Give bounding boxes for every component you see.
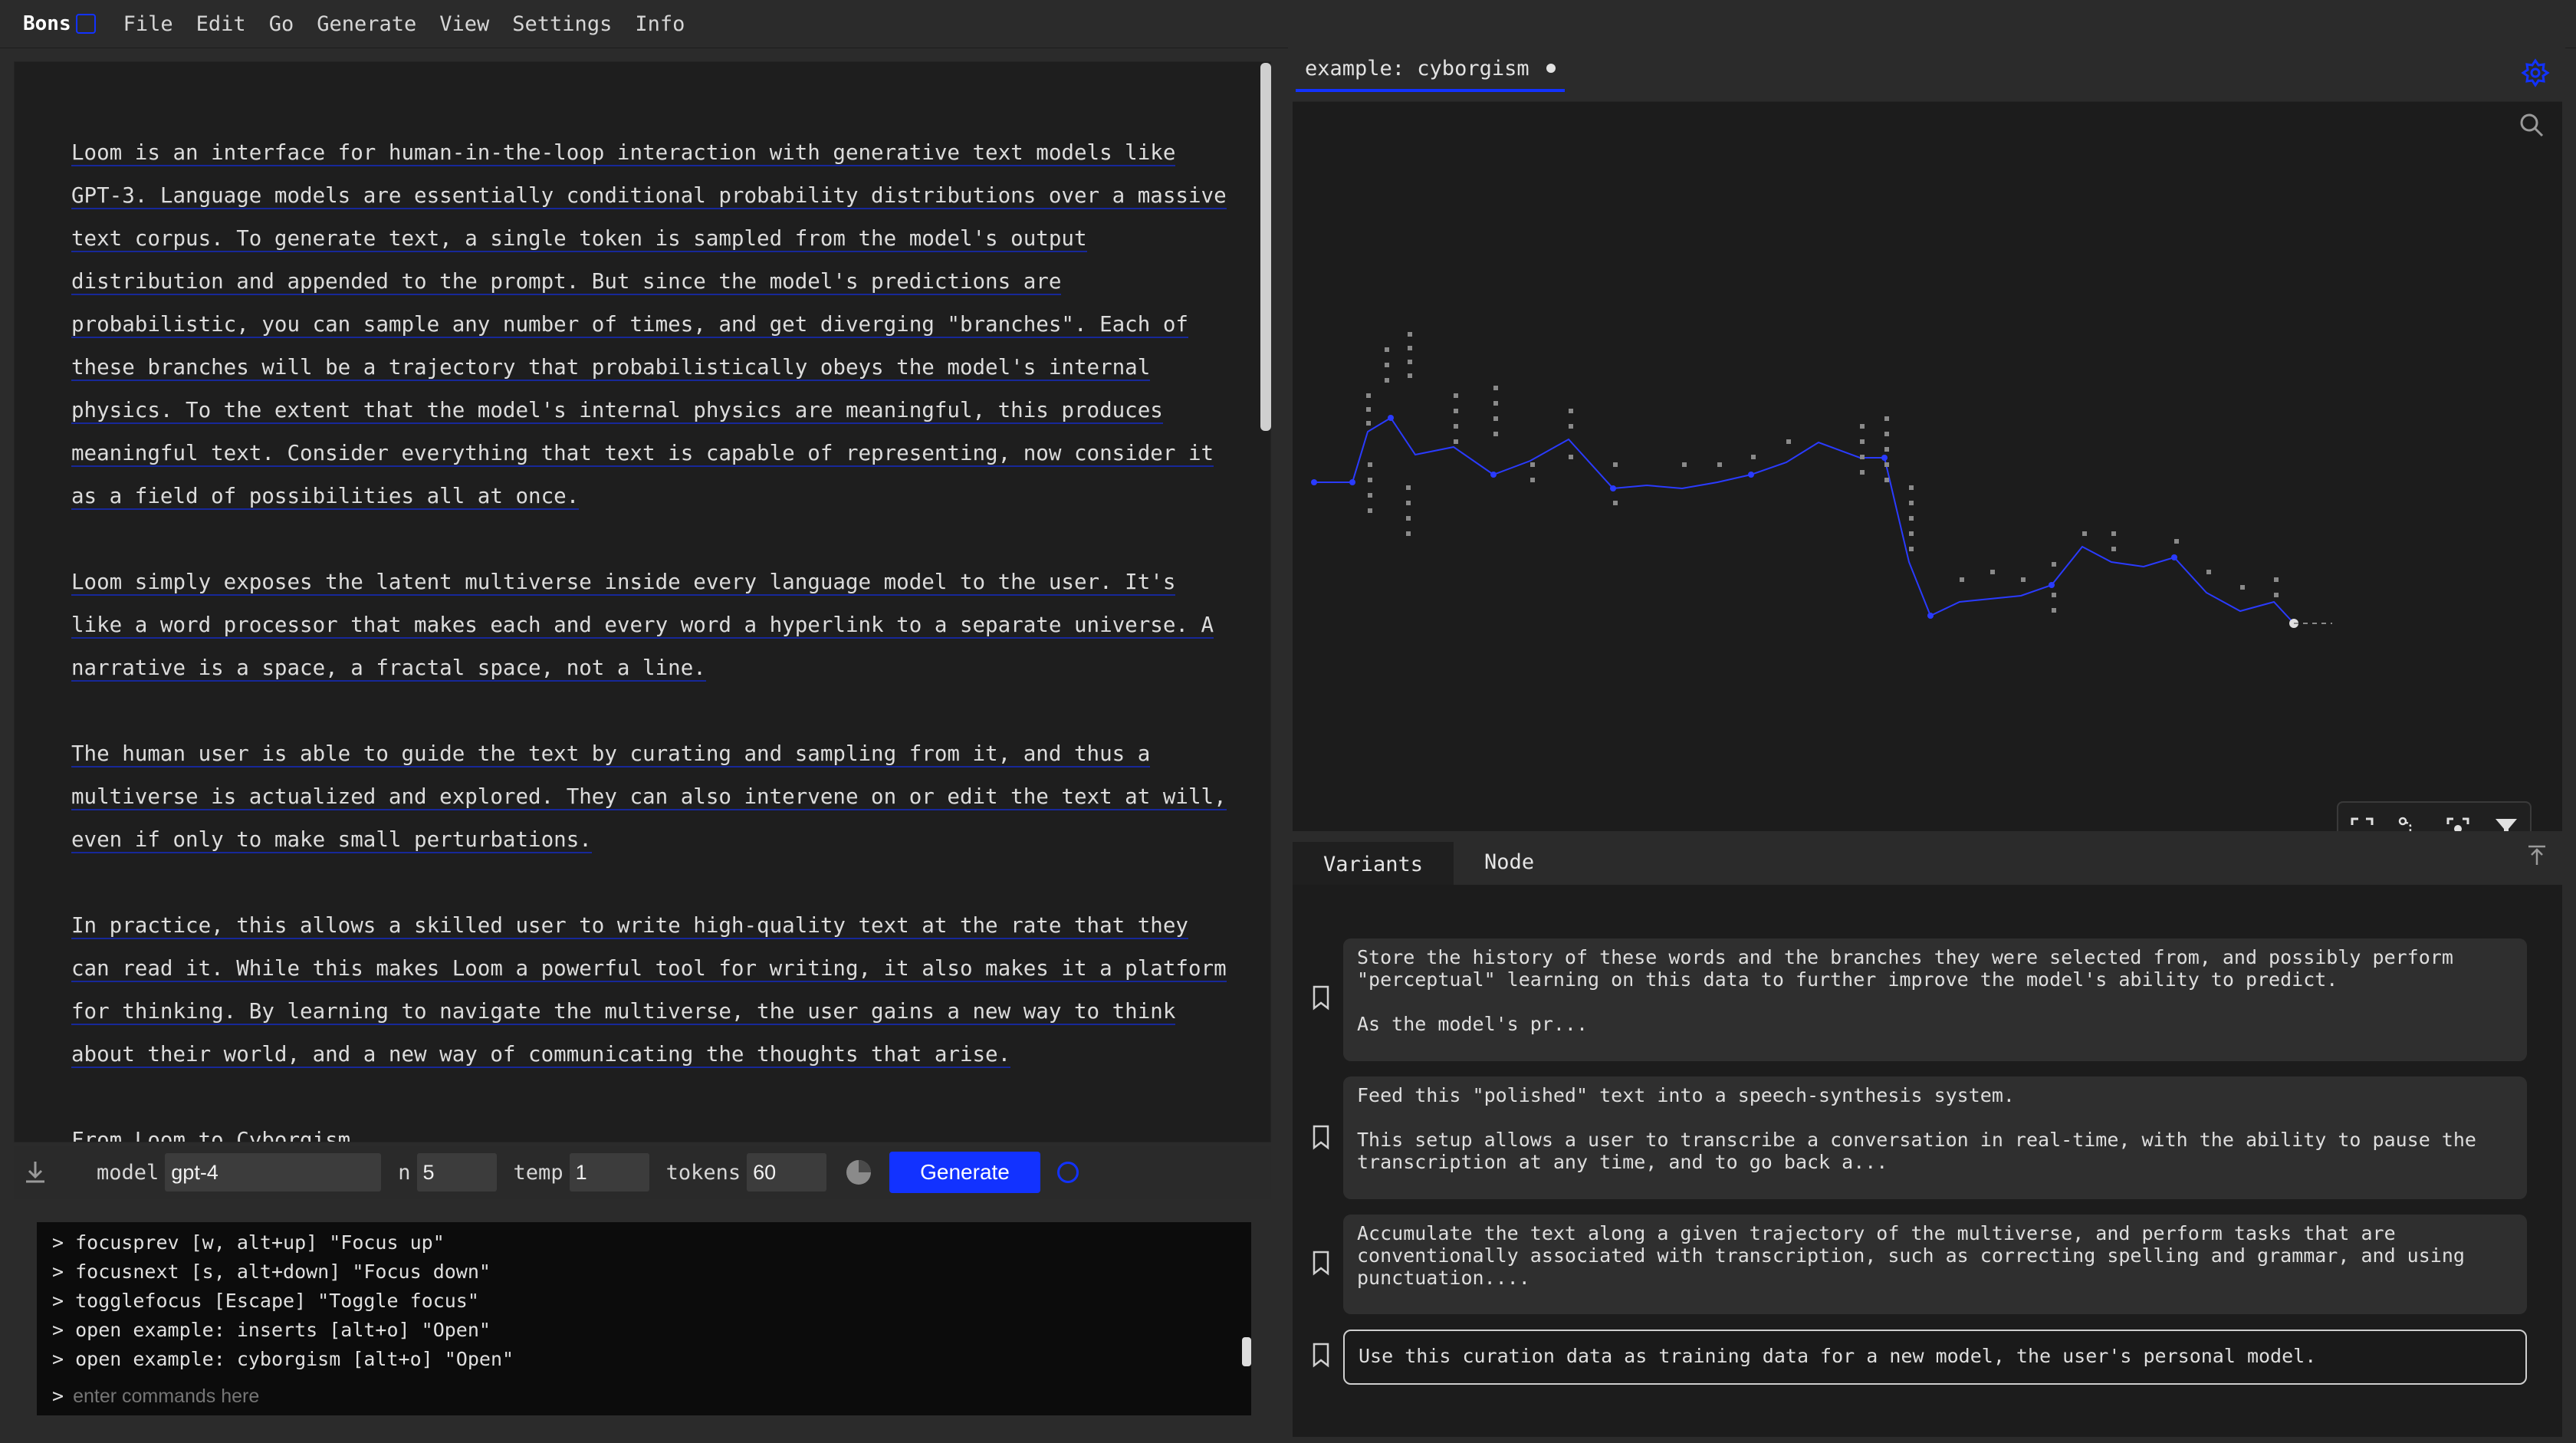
main-branch-path — [1314, 416, 2295, 624]
settings-gear-icon[interactable] — [2521, 58, 2550, 87]
tokens-input[interactable] — [747, 1153, 827, 1192]
menu-edit[interactable]: Edit — [196, 12, 246, 36]
console-line: > togglefocus [Escape] "Toggle focus" — [52, 1290, 479, 1312]
variant-card[interactable]: Feed this "polished" text into a speech-… — [1343, 1076, 2527, 1199]
tree-graph-view[interactable] — [1293, 101, 2562, 869]
document-tab[interactable]: example: cyborgism — [1296, 48, 1565, 92]
temp-input[interactable] — [569, 1153, 649, 1192]
console-prompt-row: > — [52, 1382, 995, 1411]
menu-go[interactable]: Go — [269, 12, 294, 36]
selected-path-nodes — [1311, 415, 2177, 619]
editor-paragraph-3[interactable]: The human user is able to guide the text… — [71, 732, 1237, 861]
menu-generate[interactable]: Generate — [317, 12, 416, 36]
right-pane: example: cyborgism Variants Node Store t… — [1288, 48, 2565, 1437]
branch-tree-diagram[interactable] — [1293, 102, 2562, 792]
editor-content[interactable]: Loom is an interface for human-in-the-lo… — [71, 131, 1237, 1142]
command-input[interactable] — [71, 1384, 995, 1408]
unsaved-dot-icon — [1546, 64, 1556, 73]
menu-settings[interactable]: Settings — [512, 12, 612, 36]
console-prompt: > — [52, 1385, 64, 1407]
palette-icon[interactable] — [843, 1157, 874, 1188]
text-editor[interactable]: Loom is an interface for human-in-the-lo… — [14, 61, 1271, 1142]
document-tab-title: example: cyborgism — [1305, 56, 1530, 81]
menu-info[interactable]: Info — [635, 12, 685, 36]
n-input[interactable] — [416, 1153, 497, 1192]
menu-bar: Bons File Edit Go Generate View Settings… — [0, 0, 2576, 48]
bookmark-icon[interactable] — [1311, 1124, 1331, 1150]
n-label: n — [398, 1160, 411, 1185]
command-console: > focusprev [w, alt+up] "Focus up" > foc… — [37, 1222, 1251, 1415]
generate-button[interactable]: Generate — [889, 1152, 1040, 1193]
tab-variants[interactable]: Variants — [1293, 842, 1454, 885]
variant-card[interactable]: Accumulate the text along a given trajec… — [1343, 1215, 2527, 1314]
editor-paragraph-1[interactable]: Loom is an interface for human-in-the-lo… — [71, 131, 1237, 518]
variants-list: Store the history of these words and the… — [1293, 885, 2562, 1437]
tokens-label: tokens — [665, 1160, 741, 1185]
editor-paragraph-4[interactable]: In practice, this allows a skilled user … — [71, 904, 1237, 1076]
branch-nodes-cluster-1 — [1366, 332, 2279, 613]
model-input[interactable] — [165, 1153, 382, 1192]
console-line: > focusprev [w, alt+up] "Focus up" — [52, 1231, 445, 1254]
model-label: model — [97, 1160, 159, 1185]
document-tab-bar: example: cyborgism — [1288, 48, 2565, 92]
menu-file[interactable]: File — [123, 12, 173, 36]
menu-view[interactable]: View — [439, 12, 489, 36]
console-line: > open example: inserts [alt+o] "Open" — [52, 1319, 491, 1341]
generation-controls: model n temp tokens Generate — [14, 1146, 1271, 1199]
bookmark-icon[interactable] — [1311, 1342, 1331, 1368]
panel-tabs: Variants Node — [1293, 831, 2562, 885]
variant-card-selected[interactable]: Use this curation data as training data … — [1343, 1330, 2527, 1385]
console-line: > open example: cyborgism [alt+o] "Open" — [52, 1348, 514, 1370]
brand-name: Bons — [23, 12, 71, 35]
search-icon[interactable] — [2518, 111, 2545, 139]
collapse-up-icon[interactable] — [2525, 843, 2548, 866]
app-brand: Bons — [23, 12, 96, 35]
loading-spinner-icon — [1056, 1162, 1079, 1183]
editor-scrollbar[interactable] — [1260, 63, 1271, 431]
logo-icon — [75, 14, 96, 34]
download-icon[interactable] — [20, 1157, 51, 1188]
temp-label: temp — [513, 1160, 564, 1185]
editor-paragraph-2[interactable]: Loom simply exposes the latent multivers… — [71, 560, 1237, 689]
tab-node[interactable]: Node — [1454, 850, 1565, 885]
bookmark-icon[interactable] — [1311, 1250, 1331, 1276]
console-line: > focusnext [s, alt+down] "Focus down" — [52, 1261, 491, 1283]
console-scrollbar[interactable] — [1242, 1337, 1251, 1366]
editor-paragraph-5[interactable]: From Loom to Cyborgism — [71, 1119, 1237, 1142]
bookmark-icon[interactable] — [1311, 984, 1331, 1011]
variant-card[interactable]: Store the history of these words and the… — [1343, 938, 2527, 1061]
